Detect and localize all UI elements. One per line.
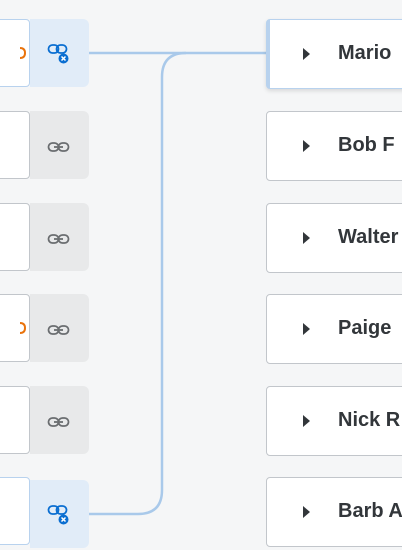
caret-right-icon[interactable]: [303, 48, 310, 60]
left-item-card-4[interactable]: [0, 294, 30, 362]
left-item-card-1[interactable]: [0, 19, 30, 87]
tree-row-bob[interactable]: Bob F: [266, 111, 402, 181]
unlink-icon: [47, 44, 69, 64]
link-button-4[interactable]: [30, 294, 89, 362]
caret-right-icon[interactable]: [303, 232, 310, 244]
link-icon: [47, 417, 70, 427]
unlink-button-1[interactable]: [30, 19, 89, 87]
tree-row-label: Paige: [338, 317, 392, 339]
link-icon: [47, 234, 70, 244]
tree-row-label: Mario: [338, 42, 392, 64]
left-item-card-6[interactable]: [0, 477, 30, 545]
tree-row-barb[interactable]: Barb A: [266, 477, 402, 547]
tree-row-walter[interactable]: Walter: [266, 203, 402, 273]
tree-row-mario[interactable]: Mario: [266, 19, 402, 89]
unlink-icon: [47, 505, 69, 525]
left-item-card-5[interactable]: [0, 386, 30, 454]
link-button-2[interactable]: [30, 111, 89, 179]
link-button-5[interactable]: [30, 386, 89, 454]
link-connector-bottom: [89, 51, 187, 516]
caret-right-icon[interactable]: [303, 415, 310, 427]
partial-orange-icon: [20, 322, 26, 334]
tree-row-nick[interactable]: Nick R: [266, 386, 402, 456]
left-item-card-3[interactable]: [0, 203, 30, 271]
caret-right-icon[interactable]: [303, 140, 310, 152]
link-icon: [47, 142, 70, 152]
tree-row-label: Nick R: [338, 409, 401, 431]
caret-right-icon[interactable]: [303, 506, 310, 518]
link-button-3[interactable]: [30, 203, 89, 271]
tree-row-label: Walter: [338, 226, 399, 248]
tree-row-paige[interactable]: Paige: [266, 294, 402, 364]
tree-row-label: Bob F: [338, 134, 395, 156]
unlink-button-6[interactable]: [30, 480, 89, 548]
tree-row-label: Barb A: [338, 500, 402, 522]
left-item-card-2[interactable]: [0, 111, 30, 179]
partial-orange-icon: [20, 47, 26, 59]
link-icon: [47, 325, 70, 335]
caret-right-icon[interactable]: [303, 323, 310, 335]
